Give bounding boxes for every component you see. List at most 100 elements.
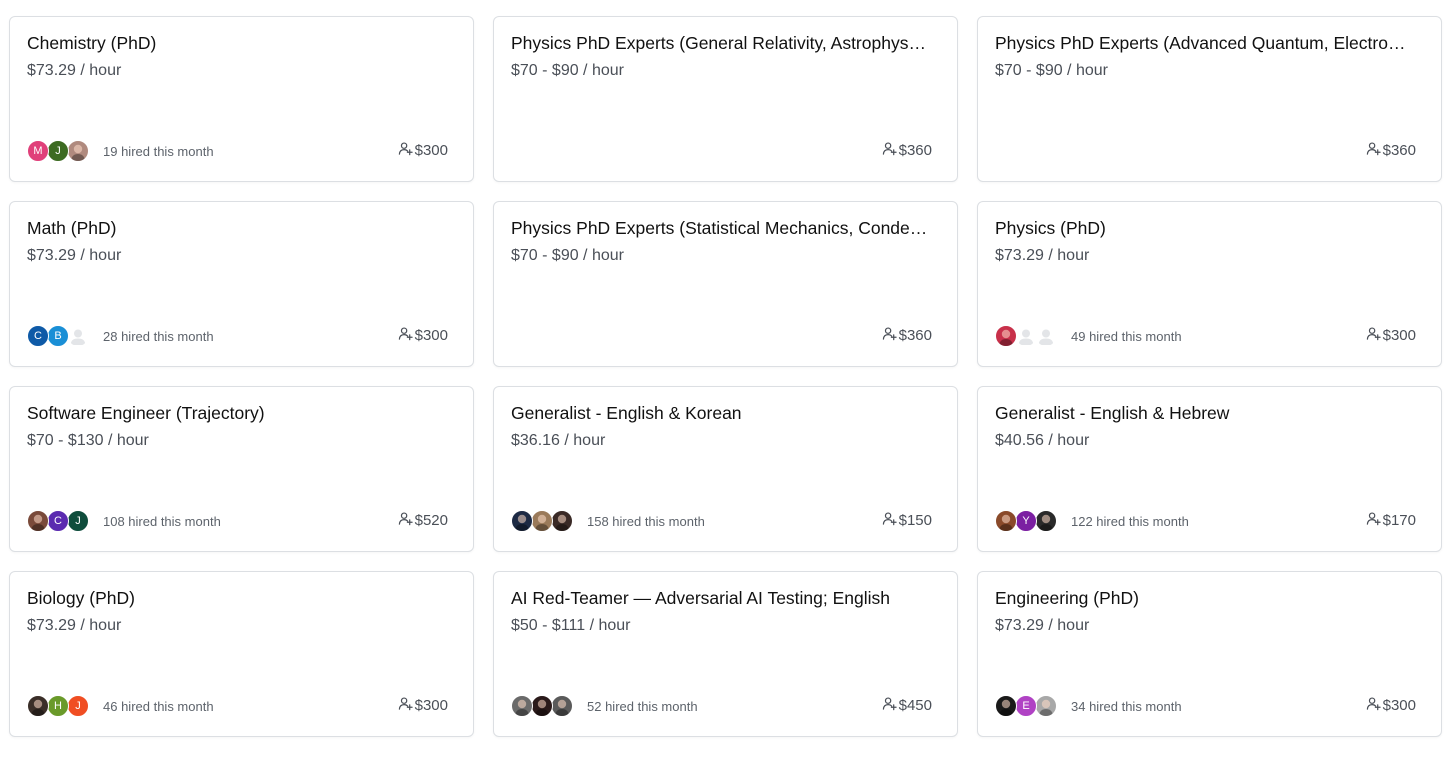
hired-avatars: Y (995, 510, 1057, 532)
avatar-photo (27, 695, 49, 717)
job-card[interactable]: Physics (PhD) $73.29 / hour 49 hired thi… (977, 201, 1442, 367)
user-plus-icon (882, 511, 899, 530)
job-card[interactable]: Physics PhD Experts (Statistical Mechani… (493, 201, 958, 367)
referral-bonus: $300 (398, 696, 448, 715)
user-plus-icon (1366, 326, 1383, 345)
hired-count: 19 hired this month (103, 144, 214, 159)
referral-bonus: $360 (882, 141, 932, 160)
avatar-photo (551, 510, 573, 532)
user-plus-icon (1366, 511, 1383, 530)
job-title: Math (PhD) (27, 218, 117, 238)
hired-count: 49 hired this month (1071, 329, 1182, 344)
job-title: Physics PhD Experts (Statistical Mechani… (511, 218, 929, 238)
avatar-photo (995, 325, 1017, 347)
job-pay-rate: $70 - $90 / hour (995, 62, 1108, 79)
job-pay-rate: $70 - $90 / hour (511, 62, 624, 79)
avatar-initial: H (47, 695, 69, 717)
job-title: Engineering (PhD) (995, 588, 1139, 608)
avatar-photo (27, 510, 49, 532)
user-plus-icon (1366, 696, 1383, 715)
avatar-letter: Y (1022, 515, 1030, 527)
hired-count: 52 hired this month (587, 699, 698, 714)
avatar-initial: J (47, 140, 69, 162)
referral-amount: $360 (898, 142, 932, 159)
hired-count: 122 hired this month (1071, 514, 1189, 529)
avatar-letter: C (54, 515, 62, 527)
avatar-letter: B (54, 330, 62, 342)
job-card[interactable]: Generalist - English & Korean $36.16 / h… (493, 386, 958, 552)
job-card[interactable]: Software Engineer (Trajectory) $70 - $13… (9, 386, 474, 552)
referral-bonus: $300 (398, 326, 448, 345)
referral-amount: $170 (1382, 512, 1416, 529)
job-card-footer: Y 122 hired this month $170 (995, 510, 1416, 534)
job-pay-rate: $50 - $111 / hour (511, 617, 631, 634)
referral-bonus: $150 (882, 511, 932, 530)
referral-amount: $150 (898, 512, 932, 529)
job-card[interactable]: Physics PhD Experts (Advanced Quantum, E… (977, 16, 1442, 182)
job-card[interactable]: Math (PhD) $73.29 / hour CB 28 hired thi… (9, 201, 474, 367)
job-card-footer: 158 hired this month $150 (511, 510, 932, 534)
avatar-initial: Y (1015, 510, 1037, 532)
user-plus-icon (398, 511, 415, 530)
job-card-footer: 52 hired this month $450 (511, 695, 932, 719)
user-plus-icon (1366, 141, 1383, 160)
job-card[interactable]: Biology (PhD) $73.29 / hour H J 46 hired … (9, 571, 474, 737)
avatar-initial: J (67, 695, 89, 717)
hired-avatars (511, 510, 573, 532)
hired-count: 34 hired this month (1071, 699, 1182, 714)
avatar-letter: E (1022, 700, 1030, 712)
user-plus-icon (398, 696, 415, 715)
hired-avatars: CB (27, 325, 89, 347)
hired-count: 158 hired this month (587, 514, 705, 529)
job-title: Physics PhD Experts (General Relativity,… (511, 33, 929, 53)
avatar-photo (511, 695, 533, 717)
hired-avatars: E (995, 695, 1057, 717)
user-plus-icon (398, 326, 415, 345)
avatar-letter: J (55, 145, 61, 157)
job-card[interactable]: Physics PhD Experts (General Relativity,… (493, 16, 958, 182)
avatar-initial: M (27, 140, 49, 162)
avatar-placeholder-icon (1015, 325, 1037, 347)
job-pay-rate: $73.29 / hour (995, 247, 1090, 264)
job-pay-rate: $70 - $130 / hour (27, 432, 149, 449)
job-card[interactable]: Engineering (PhD) $73.29 / hour E 34 hir… (977, 571, 1442, 737)
job-title: Biology (PhD) (27, 588, 135, 608)
referral-bonus: $300 (398, 141, 448, 160)
referral-amount: $360 (1382, 142, 1416, 159)
job-title: Software Engineer (Trajectory) (27, 403, 265, 423)
job-title: Generalist - English & Korean (511, 403, 742, 423)
job-card-footer: $360 (511, 140, 932, 164)
avatar-letter: J (75, 700, 81, 712)
user-plus-icon (882, 141, 899, 160)
job-card-footer: $360 (995, 140, 1416, 164)
user-plus-icon (398, 141, 415, 160)
referral-bonus: $450 (882, 696, 932, 715)
referral-amount: $300 (414, 327, 448, 344)
referral-bonus: $300 (1366, 696, 1416, 715)
avatar-letter: C (34, 330, 42, 342)
job-card-footer: E 34 hired this month $300 (995, 695, 1416, 719)
avatar-letter: H (54, 700, 62, 712)
user-plus-icon (882, 696, 899, 715)
referral-bonus: $170 (1366, 511, 1416, 530)
avatar-photo (531, 510, 553, 532)
referral-bonus: $520 (398, 511, 448, 530)
referral-amount: $300 (414, 697, 448, 714)
job-pay-rate: $73.29 / hour (27, 617, 122, 634)
avatar-photo (1035, 695, 1057, 717)
hired-count: 108 hired this month (103, 514, 221, 529)
job-card[interactable]: AI Red-Teamer — Adversarial AI Testing; … (493, 571, 958, 737)
avatar-initial: E (1015, 695, 1037, 717)
job-card[interactable]: Chemistry (PhD) $73.29 / hour MJ 19 hire… (9, 16, 474, 182)
hired-count: 46 hired this month (103, 699, 214, 714)
avatar-initial: C (27, 325, 49, 347)
avatar-initial: B (47, 325, 69, 347)
job-card-footer: CJ 108 hired this month $520 (27, 510, 448, 534)
hired-avatars: CJ (27, 510, 89, 532)
hired-avatars: MJ (27, 140, 89, 162)
job-card-grid: Chemistry (PhD) $73.29 / hour MJ 19 hire… (9, 16, 1442, 737)
job-card[interactable]: Generalist - English & Hebrew $40.56 / h… (977, 386, 1442, 552)
job-pay-rate: $70 - $90 / hour (511, 247, 624, 264)
avatar-photo (67, 140, 89, 162)
referral-amount: $450 (898, 697, 932, 714)
